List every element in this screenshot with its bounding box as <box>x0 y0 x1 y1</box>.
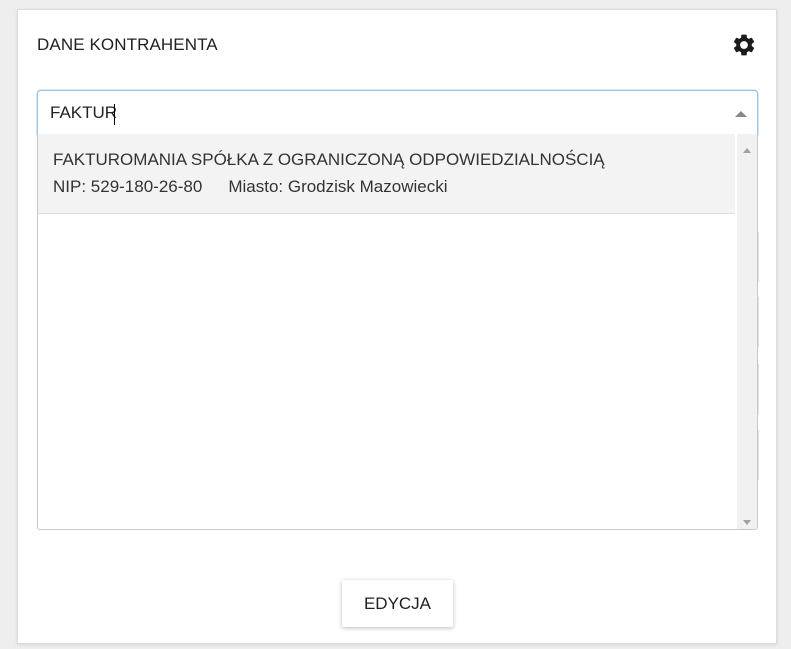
text-cursor <box>114 104 115 125</box>
list-item[interactable]: FAKTUROMANIA SPÓŁKA Z OGRANICZONĄ ODPOWI… <box>38 134 735 214</box>
result-nip: NIP: 529-180-26-80 <box>53 177 203 196</box>
gear-icon[interactable] <box>731 32 757 58</box>
result-details: NIP: 529-180-26-80 Miasto: Grodzisk Mazow… <box>53 177 448 197</box>
contractor-search-combobox[interactable] <box>37 90 758 135</box>
result-city: Miasto: Grodzisk Mazowiecki <box>228 177 448 196</box>
search-results-list: FAKTUROMANIA SPÓŁKA Z OGRANICZONĄ ODPOWI… <box>37 134 758 530</box>
triangle-up-icon[interactable] <box>734 107 748 119</box>
scroll-up-arrow-icon[interactable] <box>742 142 752 153</box>
scroll-down-arrow-icon[interactable] <box>742 513 752 525</box>
edit-button[interactable]: EDYCJA <box>342 580 453 627</box>
contractor-panel: DANE KONTRAHENTA FAKTUROMANIA SPÓŁKA Z O… <box>17 9 777 644</box>
contractor-search-input[interactable] <box>50 101 690 125</box>
panel-title: DANE KONTRAHENTA <box>37 35 218 54</box>
result-company-name: FAKTUROMANIA SPÓŁKA Z OGRANICZONĄ ODPOWI… <box>53 150 605 169</box>
scrollbar[interactable] <box>737 134 757 529</box>
